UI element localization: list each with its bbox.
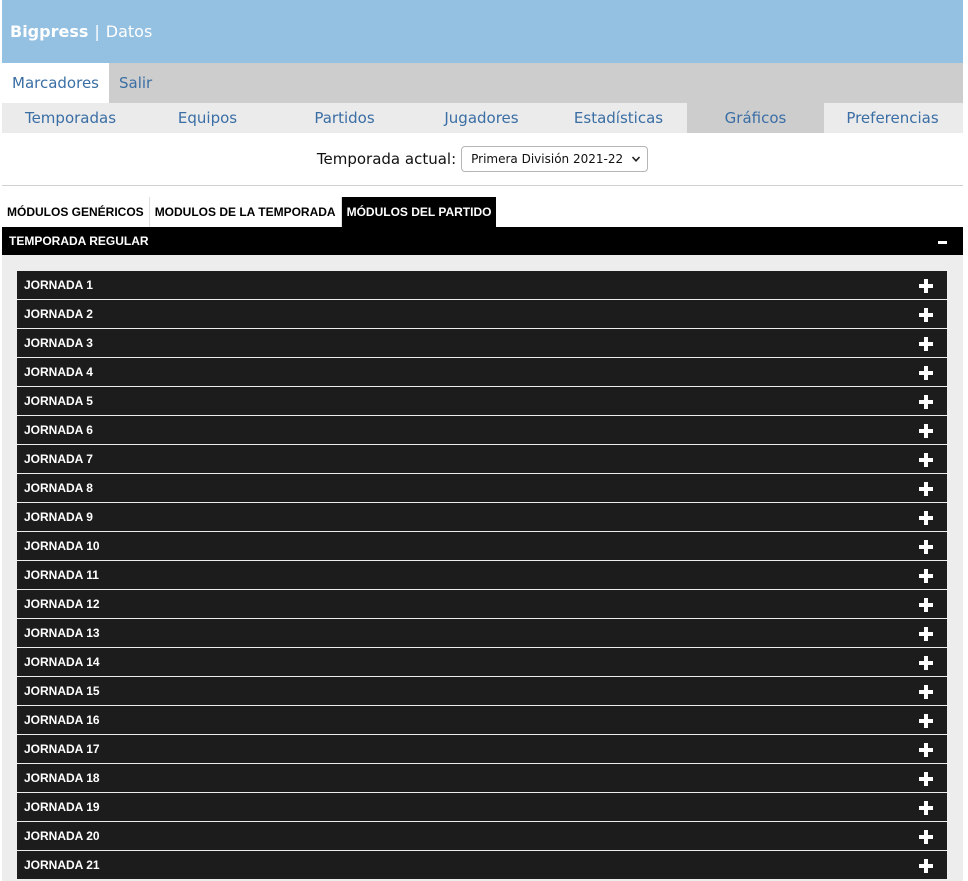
round-row[interactable]: JORNADA 10	[17, 532, 947, 560]
plus-icon[interactable]	[919, 482, 933, 496]
round-row[interactable]: JORNADA 4	[17, 358, 947, 386]
plus-icon[interactable]	[919, 540, 933, 554]
round-title: JORNADA 15	[24, 684, 100, 698]
round-title: JORNADA 10	[24, 539, 100, 553]
round-title: JORNADA 17	[24, 742, 100, 756]
plus-icon[interactable]	[919, 743, 933, 757]
round-title: JORNADA 11	[24, 568, 99, 582]
round-row[interactable]: JORNADA 6	[17, 416, 947, 444]
tab-temporadas[interactable]: Temporadas	[2, 103, 139, 133]
plus-icon[interactable]	[919, 627, 933, 641]
chevron-down-icon	[632, 156, 641, 162]
module-tab-genericos[interactable]: MÓDULOS GENÉRICOS	[2, 197, 150, 227]
round-title: JORNADA 19	[24, 800, 100, 814]
plus-icon[interactable]	[919, 656, 933, 670]
tab-estadisticas[interactable]: Estadísticas	[550, 103, 687, 133]
section-title: TEMPORADA REGULAR	[9, 234, 149, 248]
round-title: JORNADA 8	[24, 481, 93, 495]
round-title: JORNADA 18	[24, 771, 100, 785]
round-title: JORNADA 2	[24, 307, 93, 321]
season-selector-row: Temporada actual: Primera División 2021-…	[2, 133, 963, 186]
rounds-panel: JORNADA 1 JORNADA 2 JORNADA 3 JORNADA 4 JORN…	[2, 255, 963, 881]
round-row[interactable]: JORNADA 5	[17, 387, 947, 415]
plus-icon[interactable]	[919, 801, 933, 815]
app-header: Bigpress | Datos	[2, 0, 963, 63]
plus-icon[interactable]	[919, 424, 933, 438]
round-row[interactable]: JORNADA 2	[17, 300, 947, 328]
top-nav: Marcadores Salir	[2, 63, 963, 103]
round-title: JORNADA 13	[24, 626, 100, 640]
plus-icon[interactable]	[919, 366, 933, 380]
round-title: JORNADA 4	[24, 365, 93, 379]
plus-icon[interactable]	[919, 859, 933, 873]
round-row[interactable]: JORNADA 1	[17, 271, 947, 299]
round-row[interactable]: JORNADA 12	[17, 590, 947, 618]
tab-equipos[interactable]: Equipos	[139, 103, 276, 133]
tab-graficos[interactable]: Gráficos	[687, 103, 824, 133]
plus-icon[interactable]	[919, 395, 933, 409]
round-row[interactable]: JORNADA 11	[17, 561, 947, 589]
round-row[interactable]: JORNADA 18	[17, 764, 947, 792]
round-row[interactable]: JORNADA 16	[17, 706, 947, 734]
header-separator: |	[94, 22, 100, 41]
round-title: JORNADA 5	[24, 394, 93, 408]
season-select[interactable]: Primera División 2021-22	[461, 146, 649, 172]
round-row[interactable]: JORNADA 3	[17, 329, 947, 357]
round-row[interactable]: JORNADA 15	[17, 677, 947, 705]
brand-name: Bigpress	[10, 22, 89, 41]
round-title: JORNADA 12	[24, 597, 100, 611]
plus-icon[interactable]	[919, 830, 933, 844]
sub-nav: Temporadas Equipos Partidos Jugadores Es…	[2, 103, 963, 133]
nav-item-marcadores[interactable]: Marcadores	[2, 63, 109, 103]
plus-icon[interactable]	[919, 279, 933, 293]
plus-icon[interactable]	[919, 685, 933, 699]
plus-icon[interactable]	[919, 598, 933, 612]
plus-icon[interactable]	[919, 453, 933, 467]
minus-icon[interactable]	[938, 241, 947, 244]
plus-icon[interactable]	[919, 337, 933, 351]
round-title: JORNADA 9	[24, 510, 93, 524]
round-title: JORNADA 21	[24, 858, 100, 872]
round-title: JORNADA 1	[24, 278, 93, 292]
season-label: Temporada actual:	[316, 150, 457, 168]
rounds-list: JORNADA 1 JORNADA 2 JORNADA 3 JORNADA 4 JORN…	[17, 271, 947, 880]
round-title: JORNADA 14	[24, 655, 100, 669]
module-tab-partido[interactable]: MÓDULOS DEL PARTIDO	[341, 197, 497, 227]
season-select-value: Primera División 2021-22	[471, 152, 624, 166]
round-title: JORNADA 6	[24, 423, 93, 437]
plus-icon[interactable]	[919, 714, 933, 728]
tab-preferencias[interactable]: Preferencias	[824, 103, 961, 133]
plus-icon[interactable]	[919, 308, 933, 322]
round-row[interactable]: JORNADA 17	[17, 735, 947, 763]
round-title: JORNADA 20	[24, 829, 100, 843]
section-temporada-regular[interactable]: TEMPORADA REGULAR	[2, 227, 963, 255]
plus-icon[interactable]	[919, 772, 933, 786]
round-row[interactable]: JORNADA 9	[17, 503, 947, 531]
module-tabs: MÓDULOS GENÉRICOS MODULOS DE LA TEMPORAD…	[2, 197, 497, 227]
round-row[interactable]: JORNADA 7	[17, 445, 947, 473]
round-title: JORNADA 16	[24, 713, 100, 727]
header-section: Datos	[105, 22, 153, 41]
tab-jugadores[interactable]: Jugadores	[413, 103, 550, 133]
round-row[interactable]: JORNADA 20	[17, 822, 947, 850]
tab-partidos[interactable]: Partidos	[276, 103, 413, 133]
round-row[interactable]: JORNADA 21	[17, 851, 947, 879]
round-row[interactable]: JORNADA 19	[17, 793, 947, 821]
round-title: JORNADA 7	[24, 452, 93, 466]
round-row[interactable]: JORNADA 14	[17, 648, 947, 676]
round-row[interactable]: JORNADA 8	[17, 474, 947, 502]
round-title: JORNADA 3	[24, 336, 93, 350]
nav-item-salir[interactable]: Salir	[109, 63, 162, 103]
plus-icon[interactable]	[919, 569, 933, 583]
module-tab-temporada[interactable]: MODULOS DE LA TEMPORADA	[150, 197, 342, 227]
plus-icon[interactable]	[919, 511, 933, 525]
round-row[interactable]: JORNADA 13	[17, 619, 947, 647]
